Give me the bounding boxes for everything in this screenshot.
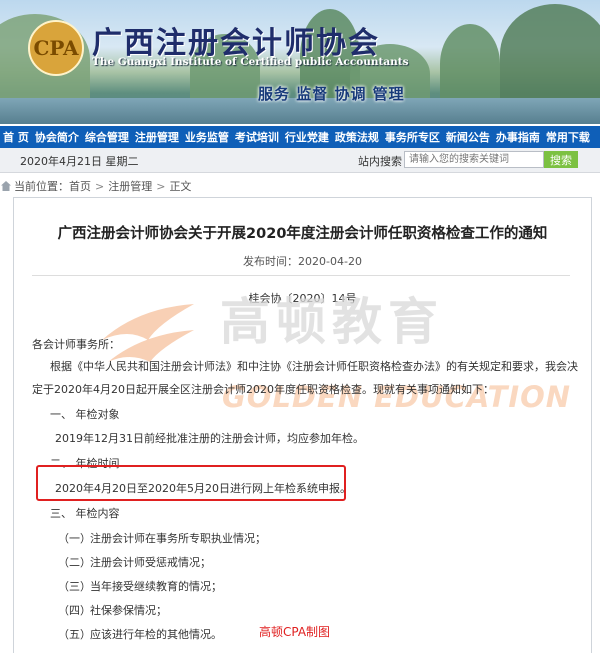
image-credit: 高顿CPA制图: [259, 625, 331, 639]
breadcrumb: 当前位置： 首页 > 注册管理 > 正文: [0, 178, 191, 194]
list-item-number: （一）: [58, 532, 91, 545]
section-3-title: 三、 年检内容: [50, 507, 120, 520]
highlight-box: [36, 465, 346, 501]
list-item: 注册会计师受惩戒情况；: [90, 556, 211, 569]
current-date: 2020年4月21日 星期二: [20, 155, 139, 168]
nav-item-admin[interactable]: 综合管理: [82, 129, 132, 145]
list-item: 注册会计师在事务所专职执业情况；: [90, 532, 266, 545]
nav-item-firm-zone[interactable]: 事务所专区: [382, 129, 443, 145]
article-title: 广西注册会计师协会关于开展2020年度注册会计师任职资格检查工作的通知: [57, 226, 548, 242]
org-name-en: The Guangxi Institute of Certified publi…: [92, 56, 409, 68]
nav-item-supervision[interactable]: 业务监管: [182, 129, 232, 145]
golden-education-logo: [102, 304, 194, 362]
search-button[interactable]: 搜索: [544, 151, 578, 168]
breadcrumb-separator: >: [156, 179, 166, 193]
location-icon: [1, 181, 11, 191]
breadcrumb-current: 正文: [169, 180, 192, 193]
breadcrumb-registration[interactable]: 注册管理: [108, 178, 152, 194]
section-1-body: 2019年12月31日前经批准注册的注册会计师，均应参加年检。: [55, 432, 364, 445]
list-item-number: （五）: [58, 628, 91, 641]
nav-item-downloads[interactable]: 常用下载: [543, 129, 593, 145]
nav-item-registration[interactable]: 注册管理: [132, 129, 182, 145]
header-banner: CPA 广西注册会计师协会 The Guangxi Institute of C…: [0, 0, 600, 124]
section-1-title: 一、 年检对象: [50, 408, 120, 421]
divider: [32, 275, 570, 276]
list-item-number: （四）: [58, 604, 91, 617]
breadcrumb-home[interactable]: 首页: [69, 178, 91, 194]
search-label: 站内搜索: [358, 155, 402, 168]
salutation: 各会计师事务所：: [32, 338, 120, 351]
nav-item-policy[interactable]: 政策法规: [332, 129, 382, 145]
main-nav: 首 页 协会简介 综合管理 注册管理 业务监管 考试培训 行业党建 政策法规 事…: [0, 126, 600, 148]
list-item: 当年接受继续教育的情况；: [90, 580, 222, 593]
association-logo[interactable]: CPA: [28, 20, 84, 76]
list-item-number: （二）: [58, 556, 91, 569]
publish-time: 发布时间：2020-04-20: [243, 255, 362, 268]
search-input[interactable]: [404, 151, 544, 168]
nav-item-exam-training[interactable]: 考试培训: [232, 129, 282, 145]
breadcrumb-prefix: 当前位置：: [14, 180, 69, 193]
banner-mountain: [440, 24, 500, 104]
nav-item-home[interactable]: 首 页: [0, 129, 32, 145]
nav-item-about[interactable]: 协会简介: [32, 129, 82, 145]
list-item: 社保参保情况；: [90, 604, 167, 617]
intro-line-2: 定于2020年4月20日起开展全区注册会计师2020年度任职资格检查。现就有关事…: [32, 383, 494, 396]
watermark-cn: 高顿教育: [220, 293, 444, 351]
list-item-number: （三）: [58, 580, 91, 593]
slogan: 服务 监督 协调 管理: [258, 85, 405, 103]
breadcrumb-separator: >: [95, 179, 105, 193]
nav-item-party-building[interactable]: 行业党建: [282, 129, 332, 145]
nav-item-guide[interactable]: 办事指南: [493, 129, 543, 145]
nav-item-news[interactable]: 新闻公告: [443, 129, 493, 145]
top-bar: 2020年4月21日 星期二 站内搜索 搜索: [0, 148, 600, 173]
banner-mountain: [500, 4, 600, 104]
list-item: 应该进行年检的其他情况。: [90, 628, 222, 641]
intro-line-1: 根据《中华人民共和国注册会计师法》和中注协《注册会计师任职资格检查办法》的有关规…: [50, 360, 578, 373]
